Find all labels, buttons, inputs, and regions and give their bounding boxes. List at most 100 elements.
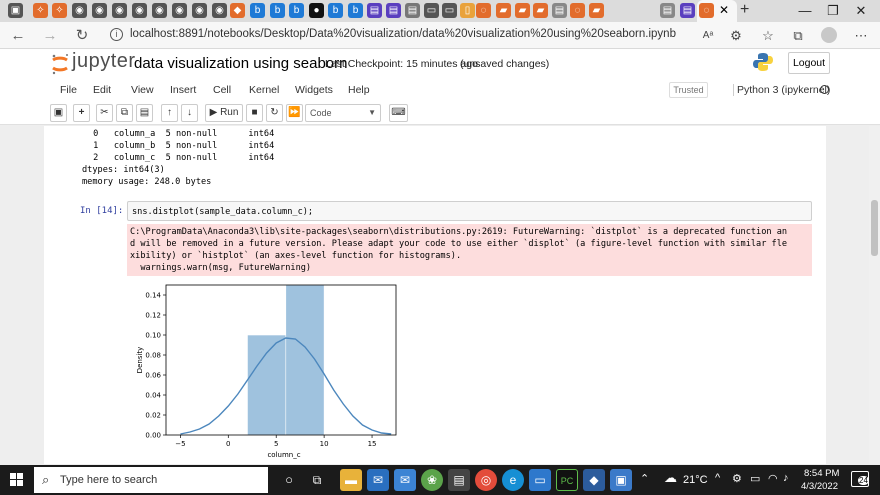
- edge-icon[interactable]: e: [502, 469, 524, 491]
- run-button[interactable]: ▶ Run: [205, 104, 243, 122]
- jupyter-logo-text[interactable]: jupyter: [72, 50, 136, 73]
- profile-avatar[interactable]: [821, 27, 837, 43]
- paste-icon[interactable]: ▤: [136, 104, 153, 122]
- tab-icon[interactable]: ◉: [132, 3, 147, 18]
- tab-icon[interactable]: ▤: [680, 3, 695, 18]
- restart-icon[interactable]: ↻: [266, 104, 283, 122]
- move-down-icon[interactable]: ↓: [181, 104, 198, 122]
- task-view-icon[interactable]: ⧉: [306, 469, 328, 491]
- move-up-icon[interactable]: ↑: [161, 104, 178, 122]
- tab-icon[interactable]: ◉: [112, 3, 127, 18]
- tab-icon[interactable]: ▤: [386, 3, 401, 18]
- app-icon[interactable]: ▣: [610, 469, 632, 491]
- close-tab-icon[interactable]: ✕: [719, 3, 729, 17]
- address-input[interactable]: i localhost:8891/notebooks/Desktop/Data%…: [102, 25, 742, 46]
- menu-help[interactable]: Help: [348, 84, 370, 96]
- tab-icon[interactable]: ▤: [552, 3, 567, 18]
- kernel-name[interactable]: Python 3 (ipykernel): [733, 84, 830, 96]
- menu-insert[interactable]: Insert: [170, 84, 196, 96]
- mail-icon[interactable]: ✉: [394, 469, 416, 491]
- store-icon[interactable]: ▤: [448, 469, 470, 491]
- tab-icon[interactable]: b: [270, 3, 285, 18]
- trusted-indicator[interactable]: Trusted: [669, 82, 708, 98]
- tab-icon[interactable]: ◉: [152, 3, 167, 18]
- tab-icon[interactable]: ▰: [515, 3, 530, 18]
- chrome-icon[interactable]: ◎: [475, 469, 497, 491]
- tab-icon[interactable]: ◉: [192, 3, 207, 18]
- back-icon[interactable]: ←: [8, 26, 28, 46]
- keyboard-icon[interactable]: ⌨: [389, 104, 408, 122]
- interrupt-icon[interactable]: ■: [246, 104, 263, 122]
- tab-icon[interactable]: ◉: [172, 3, 187, 18]
- menu-edit[interactable]: Edit: [93, 84, 111, 96]
- menu-file[interactable]: File: [60, 84, 77, 96]
- outlook-icon[interactable]: ✉: [367, 469, 389, 491]
- chevron-up-icon[interactable]: ⌃: [640, 472, 649, 485]
- menu-widgets[interactable]: Widgets: [295, 84, 333, 96]
- tab-icon[interactable]: ◌: [570, 3, 585, 18]
- tab-icon[interactable]: ▰: [533, 3, 548, 18]
- tab-icon[interactable]: b: [250, 3, 265, 18]
- active-tab[interactable]: ◌ ✕: [697, 0, 737, 22]
- tab-actions-icon[interactable]: ▣: [8, 3, 23, 18]
- tracking-icon[interactable]: ⚙: [726, 26, 746, 46]
- more-icon[interactable]: ⋯: [851, 26, 871, 46]
- notification-icon[interactable]: 24: [851, 471, 869, 487]
- taskbar-search[interactable]: ⌕ Type here to search: [34, 467, 268, 493]
- menu-view[interactable]: View: [131, 84, 154, 96]
- forward-icon[interactable]: →: [40, 26, 60, 46]
- clock-date[interactable]: 4/3/2022: [801, 481, 838, 492]
- tab-icon[interactable]: ◉: [92, 3, 107, 18]
- tab-icon[interactable]: ✧: [33, 3, 48, 18]
- file-explorer-icon[interactable]: ▬: [340, 469, 362, 491]
- battery-icon[interactable]: ▭: [750, 472, 760, 485]
- tab-icon[interactable]: ▤: [367, 3, 382, 18]
- new-tab-icon[interactable]: +: [740, 1, 749, 19]
- notebook-title[interactable]: data visualization using seaborn: [134, 55, 347, 72]
- tab-icon[interactable]: ◆: [230, 3, 245, 18]
- tab-icon[interactable]: b: [348, 3, 363, 18]
- insert-cell-icon[interactable]: +: [73, 104, 90, 122]
- volume-icon[interactable]: ♪: [783, 472, 789, 484]
- app-icon[interactable]: ◆: [583, 469, 605, 491]
- close-window-icon[interactable]: ✕: [840, 0, 880, 22]
- app-tray-icon[interactable]: ⚙: [732, 472, 742, 485]
- tab-icon[interactable]: b: [328, 3, 343, 18]
- tab-icon[interactable]: ◉: [212, 3, 227, 18]
- clock-time[interactable]: 8:54 PM: [804, 468, 839, 479]
- scrollbar-thumb[interactable]: [871, 200, 878, 256]
- info-icon[interactable]: i: [110, 28, 123, 41]
- restart-run-all-icon[interactable]: ⏩: [286, 104, 303, 122]
- favorites-icon[interactable]: ☆: [758, 26, 778, 46]
- tab-icon[interactable]: ▭: [442, 3, 457, 18]
- tab-icon[interactable]: ▰: [496, 3, 511, 18]
- wifi-icon[interactable]: ◠: [768, 472, 778, 485]
- page-scrollbar[interactable]: [869, 126, 880, 464]
- tab-icon[interactable]: ✧: [52, 3, 67, 18]
- menu-kernel[interactable]: Kernel: [249, 84, 279, 96]
- cortana-icon[interactable]: ○: [278, 469, 300, 491]
- github-icon[interactable]: ●: [309, 3, 324, 18]
- tab-icon[interactable]: ▤: [405, 3, 420, 18]
- tab-icon[interactable]: ◉: [72, 3, 87, 18]
- save-icon[interactable]: ▣: [50, 104, 67, 122]
- app-icon[interactable]: ▭: [529, 469, 551, 491]
- collections-icon[interactable]: ⧉: [788, 26, 808, 46]
- menu-cell[interactable]: Cell: [213, 84, 231, 96]
- jupyter-logo-icon[interactable]: [50, 53, 70, 75]
- windows-start-icon[interactable]: [0, 465, 34, 495]
- show-hidden-icon[interactable]: ^: [715, 472, 720, 484]
- refresh-icon[interactable]: ↻: [72, 26, 92, 46]
- tab-icon[interactable]: ▤: [660, 3, 675, 18]
- cell-type-select[interactable]: Code ▼: [305, 104, 381, 122]
- cut-icon[interactable]: ✂: [96, 104, 113, 122]
- photos-icon[interactable]: ❀: [421, 469, 443, 491]
- copy-icon[interactable]: ⧉: [116, 104, 133, 122]
- read-aloud-icon[interactable]: Aᵃ: [698, 26, 718, 46]
- weather-temperature[interactable]: 21°C: [683, 474, 708, 486]
- tab-icon[interactable]: ▯: [460, 3, 475, 18]
- tab-icon[interactable]: b: [289, 3, 304, 18]
- tab-icon[interactable]: ◌: [476, 3, 491, 18]
- pycharm-icon[interactable]: PC: [556, 469, 578, 491]
- weather-icon[interactable]: ☁: [664, 470, 677, 486]
